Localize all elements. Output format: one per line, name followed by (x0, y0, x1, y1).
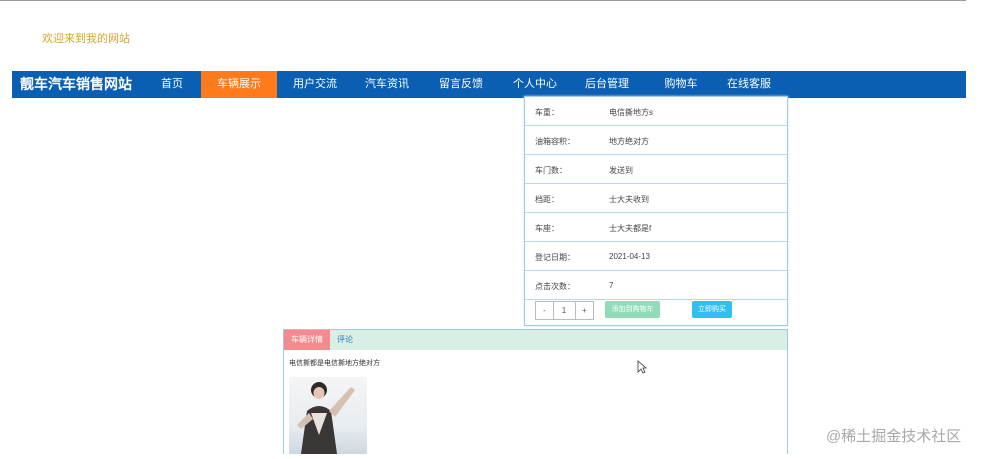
welcome-text: 欢迎来到我的网站 (42, 33, 130, 45)
detail-row-gear: 档距： 士大夫收到 (525, 184, 787, 213)
purchase-controls: - 1 + 添加到购物车 立即购买 (525, 296, 787, 324)
nav-item-admin[interactable]: 后台管理 (572, 71, 642, 98)
detail-row-tank-volume: 油箱容积： 地方绝对方 (525, 126, 787, 155)
nav-item-car-display[interactable]: 车辆展示 (201, 71, 277, 98)
nav-item-online-service[interactable]: 在线客服 (714, 71, 784, 98)
nav-item-home[interactable]: 首页 (147, 71, 197, 98)
detail-row-doors: 车门数： 发送到 (525, 155, 787, 184)
nav-item-car-news[interactable]: 汽车资讯 (352, 71, 422, 98)
nav-item-feedback[interactable]: 留言反馈 (426, 71, 496, 98)
detail-value: 地方绝对方 (609, 137, 649, 146)
car-image (289, 377, 367, 454)
detail-value: 发送到 (609, 166, 633, 175)
detail-label: 档距： (535, 195, 559, 204)
site-brand[interactable]: 靓车汽车销售网站 (20, 71, 132, 98)
detail-row-register-date: 登记日期： 2021-04-13 (525, 242, 787, 271)
detail-label: 车座： (535, 224, 559, 233)
buy-now-button[interactable]: 立即购买 (692, 301, 732, 318)
detail-value: 士大夫都是f (609, 224, 652, 233)
detail-label: 车门数： (535, 166, 567, 175)
tab-comment[interactable]: 评论 (330, 330, 360, 350)
nav-item-user-exchange[interactable]: 用户交流 (280, 71, 350, 98)
detail-label: 油箱容积： (535, 137, 575, 146)
mouse-cursor-icon (637, 360, 647, 374)
top-divider (0, 0, 966, 1)
detail-label: 点击次数： (535, 282, 575, 291)
tab-bar: 车辆详情 评论 (284, 330, 787, 350)
detail-value: 2021-04-13 (609, 252, 650, 261)
watermark-text: @稀土掘金技术社区 (826, 428, 962, 445)
car-detail-panel: 车重： 电信撕地方s 油箱容积： 地方绝对方 车门数： 发送到 档距： 士大夫收… (524, 96, 788, 326)
main-navbar: 靓车汽车销售网站 首页 车辆展示 用户交流 汽车资讯 留言反馈 个人中心 后台管… (12, 71, 966, 98)
detail-row-weight: 车重： 电信撕地方s (525, 97, 787, 126)
car-tabs-panel: 车辆详情 评论 电信撕都是电信撕地方绝对方 (283, 329, 788, 454)
nav-item-personal-center[interactable]: 个人中心 (500, 71, 570, 98)
add-to-cart-button[interactable]: 添加到购物车 (605, 301, 660, 318)
detail-value: 电信撕地方s (609, 108, 653, 117)
detail-value: 士大夫收到 (609, 195, 649, 204)
car-description: 电信撕都是电信撕地方绝对方 (289, 360, 380, 367)
increment-button[interactable]: + (575, 302, 593, 319)
quantity-value[interactable]: 1 (554, 302, 574, 319)
quantity-stepper: - 1 + (535, 301, 594, 320)
detail-label: 车重： (535, 108, 559, 117)
tab-car-detail[interactable]: 车辆详情 (284, 330, 330, 350)
detail-value: 7 (609, 281, 614, 290)
decrement-button[interactable]: - (536, 302, 554, 319)
nav-item-cart[interactable]: 购物车 (646, 71, 716, 98)
detail-row-seats: 车座： 士大夫都是f (525, 213, 787, 242)
detail-label: 登记日期： (535, 253, 575, 262)
